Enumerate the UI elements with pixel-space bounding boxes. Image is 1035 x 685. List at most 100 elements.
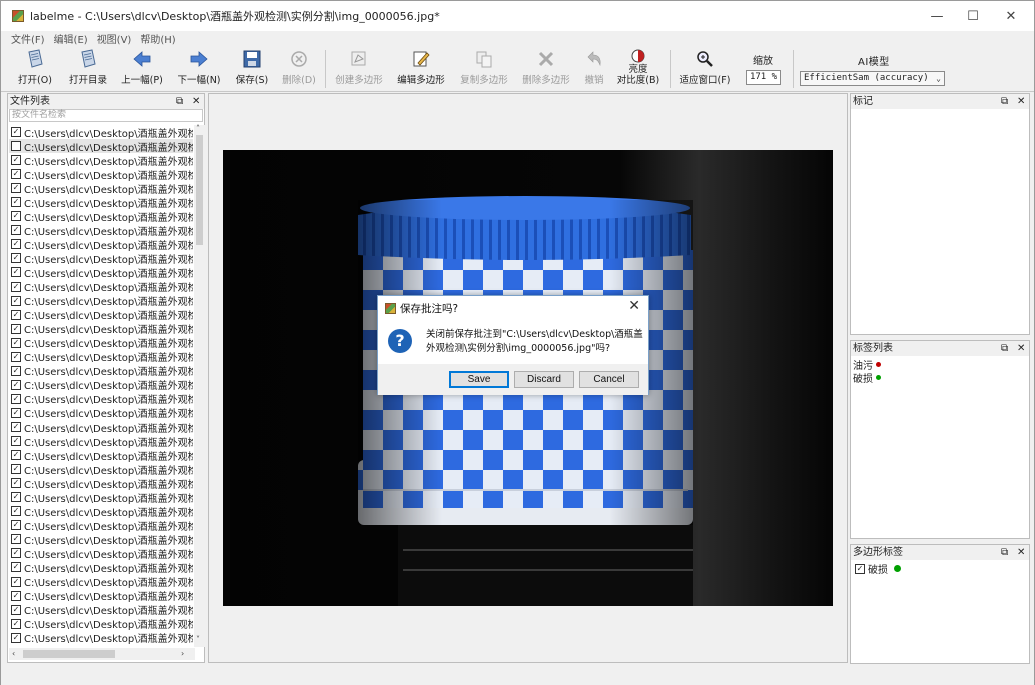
file-list-item[interactable]: ✓ C:\Users\dlcv\Desktop\酒瓶盖外观检 <box>9 223 193 237</box>
file-list-item[interactable]: ✓ C:\Users\dlcv\Desktop\酒瓶盖外观检 <box>9 209 193 223</box>
file-list-item[interactable]: ✓ C:\Users\dlcv\Desktop\酒瓶盖外观检 <box>9 434 193 448</box>
float-icon[interactable]: ⧉ <box>1001 341 1008 356</box>
file-checkbox[interactable]: ✓ <box>11 576 21 587</box>
file-list-item[interactable]: ✓ C:\Users\dlcv\Desktop\酒瓶盖外观检 <box>9 504 193 518</box>
close-icon[interactable]: ✕ <box>1017 545 1025 560</box>
file-checkbox[interactable]: ✓ <box>11 239 21 250</box>
menu-edit[interactable]: 编辑(E) <box>54 31 88 46</box>
file-checkbox[interactable]: ✓ <box>11 309 21 320</box>
file-list-item[interactable]: ✓ C:\Users\dlcv\Desktop\酒瓶盖外观检 <box>9 251 193 265</box>
edit-polygon-button[interactable]: 编辑多边形 <box>395 48 447 90</box>
menu-file[interactable]: 文件(F) <box>11 31 45 46</box>
file-checkbox[interactable]: ✓ <box>11 422 21 432</box>
file-list-item[interactable]: ✓ C:\Users\dlcv\Desktop\酒瓶盖外观检 <box>9 336 193 350</box>
file-list-item[interactable]: ✓ C:\Users\dlcv\Desktop\酒瓶盖外观检 <box>9 575 193 589</box>
file-checkbox[interactable]: ✓ <box>11 197 21 208</box>
file-checkbox[interactable]: ✓ <box>11 379 21 390</box>
file-checkbox[interactable]: ✓ <box>11 211 21 222</box>
brightness-contrast-button[interactable]: 亮度 对比度(B) <box>615 48 661 90</box>
close-icon[interactable]: ✕ <box>1017 94 1025 109</box>
copy-polygon-button[interactable]: 复制多边形 <box>458 48 510 90</box>
file-list-item[interactable]: C:\Users\dlcv\Desktop\酒瓶盖外观检 <box>9 139 193 154</box>
dialog-close-icon[interactable]: ✕ <box>628 298 640 314</box>
polygon-label-item[interactable]: ✓ 破损 <box>853 561 901 576</box>
file-checkbox[interactable]: ✓ <box>11 393 21 404</box>
open-dir-button[interactable]: 打开目录 <box>65 48 111 90</box>
polygon-visible-checkbox[interactable]: ✓ <box>855 563 865 574</box>
file-checkbox[interactable] <box>11 141 21 152</box>
close-window-button[interactable]: ✕ <box>988 1 1034 31</box>
file-checkbox[interactable]: ✓ <box>11 632 21 643</box>
file-list-item[interactable]: ✓ C:\Users\dlcv\Desktop\酒瓶盖外观检 <box>9 181 193 195</box>
file-list-item[interactable]: ✓ C:\Users\dlcv\Desktop\酒瓶盖外观检 <box>9 589 193 603</box>
file-list-vscroll[interactable]: ˄ ˅ <box>194 124 205 647</box>
file-checkbox[interactable]: ✓ <box>11 590 21 601</box>
file-checkbox[interactable]: ✓ <box>11 618 21 629</box>
scroll-right-icon[interactable]: › <box>181 649 184 658</box>
file-list-item[interactable]: ✓ C:\Users\dlcv\Desktop\酒瓶盖外观检 <box>9 308 193 322</box>
float-icon[interactable]: ⧉ <box>1001 94 1008 109</box>
file-list-item[interactable]: ✓ C:\Users\dlcv\Desktop\酒瓶盖外观检 <box>9 153 193 167</box>
save-button[interactable]: 保存(S) <box>232 48 272 90</box>
file-checkbox[interactable]: ✓ <box>11 548 21 559</box>
file-list-item[interactable]: ✓ C:\Users\dlcv\Desktop\酒瓶盖外观检 <box>9 518 193 532</box>
file-list-item[interactable]: ✓ C:\Users\dlcv\Desktop\酒瓶盖外观检 <box>9 546 193 560</box>
file-list-item[interactable]: ✓ C:\Users\dlcv\Desktop\酒瓶盖外观检 <box>9 476 193 490</box>
file-checkbox[interactable]: ✓ <box>11 295 21 306</box>
menu-view[interactable]: 视图(V) <box>97 31 132 46</box>
cancel-button[interactable]: Cancel <box>579 371 639 388</box>
file-list-item[interactable]: ✓ C:\Users\dlcv\Desktop\酒瓶盖外观检 <box>9 167 193 181</box>
file-checkbox[interactable]: ✓ <box>11 520 21 531</box>
scroll-up-icon[interactable]: ˄ <box>196 124 200 133</box>
file-checkbox[interactable]: ✓ <box>11 450 21 461</box>
file-list-item[interactable]: ✓ C:\Users\dlcv\Desktop\酒瓶盖外观检 <box>9 350 193 364</box>
file-checkbox[interactable]: ✓ <box>11 183 21 194</box>
open-button[interactable]: 打开(O) <box>15 48 55 90</box>
file-checkbox[interactable]: ✓ <box>11 155 21 166</box>
save-button[interactable]: Save <box>449 371 509 388</box>
delete-polygon-button[interactable]: 删除多边形 <box>520 48 572 90</box>
file-list-item[interactable]: ✓ C:\Users\dlcv\Desktop\酒瓶盖外观检 <box>9 237 193 251</box>
file-checkbox[interactable]: ✓ <box>11 267 21 278</box>
file-list-item[interactable]: ✓ C:\Users\dlcv\Desktop\酒瓶盖外观检 <box>9 322 193 336</box>
file-list-item[interactable]: ✓ C:\Users\dlcv\Desktop\酒瓶盖外观检 <box>9 392 193 406</box>
file-list-item[interactable]: ✓ C:\Users\dlcv\Desktop\酒瓶盖外观检 <box>9 532 193 546</box>
ai-model-select[interactable]: EfficientSam (accuracy) ⌄ <box>800 71 945 86</box>
file-list-item[interactable]: ✓ C:\Users\dlcv\Desktop\酒瓶盖外观检 <box>9 378 193 392</box>
file-checkbox[interactable]: ✓ <box>11 365 21 376</box>
file-checkbox[interactable]: ✓ <box>11 337 21 348</box>
file-list-item[interactable]: ✓ C:\Users\dlcv\Desktop\酒瓶盖外观检 <box>9 195 193 209</box>
file-list-item[interactable]: ✓ C:\Users\dlcv\Desktop\酒瓶盖外观检 <box>9 420 193 434</box>
create-polygon-button[interactable]: 创建多边形 <box>333 48 385 90</box>
file-list-item[interactable]: ✓ C:\Users\dlcv\Desktop\酒瓶盖外观检 <box>9 364 193 378</box>
file-list-item[interactable]: ✓ C:\Users\dlcv\Desktop\酒瓶盖外观检 <box>9 560 193 575</box>
undo-button[interactable]: 撤销 <box>581 48 607 90</box>
scroll-down-icon[interactable]: ˅ <box>196 635 200 644</box>
file-checkbox[interactable]: ✓ <box>11 253 21 264</box>
menu-help[interactable]: 帮助(H) <box>140 31 175 46</box>
file-list-item[interactable]: ✓ C:\Users\dlcv\Desktop\酒瓶盖外观检 <box>9 294 193 308</box>
float-icon[interactable]: ⧉ <box>176 94 183 109</box>
file-list-item[interactable]: ✓ C:\Users\dlcv\Desktop\酒瓶盖外观检 <box>9 462 193 476</box>
file-list-item[interactable]: ✓ C:\Users\dlcv\Desktop\酒瓶盖外观检 <box>9 448 193 462</box>
file-checkbox[interactable]: ✓ <box>11 407 21 418</box>
file-checkbox[interactable]: ✓ <box>11 436 21 447</box>
discard-button[interactable]: Discard <box>514 371 574 388</box>
file-checkbox[interactable]: ✓ <box>11 169 21 180</box>
file-list-item[interactable]: ✓ C:\Users\dlcv\Desktop\酒瓶盖外观检 <box>9 603 193 617</box>
file-checkbox[interactable]: ✓ <box>11 127 21 138</box>
scroll-left-icon[interactable]: ‹ <box>12 649 15 658</box>
file-checkbox[interactable]: ✓ <box>11 604 21 615</box>
file-checkbox[interactable]: ✓ <box>11 281 21 292</box>
file-checkbox[interactable]: ✓ <box>11 534 21 545</box>
file-search-input[interactable]: 按文件名检索 <box>9 109 203 122</box>
file-list-item[interactable]: ✓ C:\Users\dlcv\Desktop\酒瓶盖外观检 <box>9 280 193 294</box>
float-icon[interactable]: ⧉ <box>1001 545 1008 560</box>
close-icon[interactable]: ✕ <box>192 94 200 109</box>
scroll-thumb[interactable] <box>196 135 203 245</box>
file-checkbox[interactable]: ✓ <box>11 478 21 489</box>
file-list-hscroll[interactable]: ‹ › <box>9 648 195 660</box>
label-list-item[interactable]: 破损 <box>853 370 881 385</box>
file-checkbox[interactable]: ✓ <box>11 492 21 503</box>
file-list-item[interactable]: ✓ C:\Users\dlcv\Desktop\酒瓶盖外观检 <box>9 617 193 631</box>
